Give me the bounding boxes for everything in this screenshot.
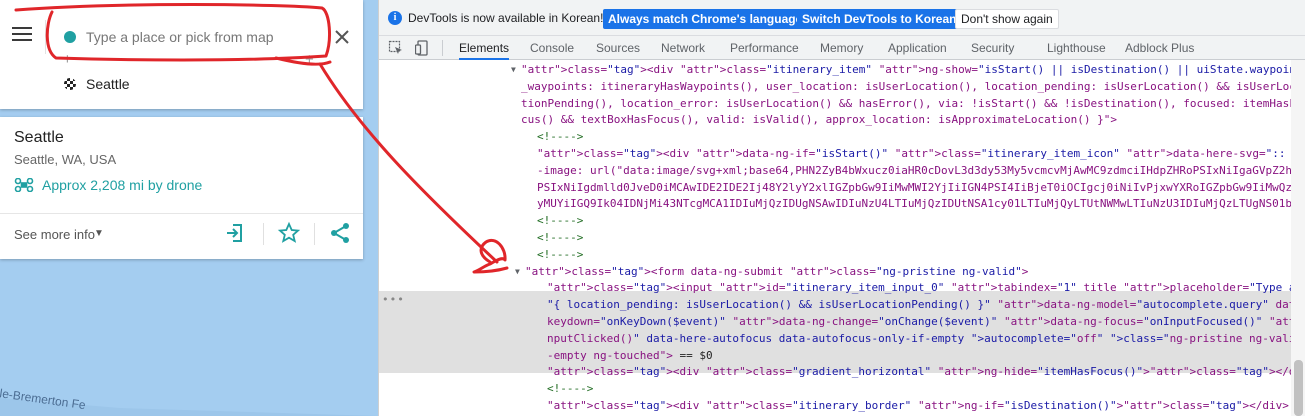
tab-lighthouse[interactable]: Lighthouse [1047,36,1106,60]
dom-node-line[interactable]: "attr">class="tag"><input "attr">id="iti… [547,280,1291,296]
close-icon[interactable] [333,28,351,46]
start-point-icon [64,31,76,43]
tab-memory[interactable]: Memory [820,36,863,60]
divider [45,20,46,54]
infobar-message: DevTools is now available in Korean! [408,11,604,25]
place-address: Seattle, WA, USA [14,152,117,167]
share-icon[interactable] [328,221,352,245]
dom-node-line[interactable]: <!----> [547,381,593,397]
map-panel[interactable]: tle-Bremerton Fe + + Seattle Seattle Sea… [0,0,378,416]
dom-node-line[interactable]: ▼ "attr">class="tag"><form data-ng-submit… [515,264,1028,280]
dom-node-line[interactable]: <!----> [537,213,583,229]
info-icon: i [388,11,402,25]
search-input[interactable] [86,26,326,48]
dom-node-line[interactable]: "attr">class="tag"><div "attr">data-ng-i… [537,146,1291,162]
device-toolbar-icon[interactable] [415,40,429,56]
dom-node-line[interactable]: -image: url("data:image/svg+xml;base64,P… [537,163,1291,179]
drone-distance: Approx 2,208 mi by drone [42,177,203,193]
scroll-thumb[interactable] [1294,360,1303,416]
dom-node-line[interactable]: <!----> [537,247,583,263]
devtools-tabbar: Elements Console Sources Network Perform… [379,36,1305,60]
match-language-button[interactable]: Always match Chrome's language [603,9,808,29]
dom-node-line[interactable]: ▼ "attr">class="tag"><div "attr">class="i… [511,62,1291,78]
language-infobar: i DevTools is now available in Korean! A… [379,0,1305,36]
dom-node-line[interactable]: <!----> [537,230,583,246]
see-more-link[interactable]: See more info [14,227,95,242]
inspect-element-icon[interactable] [388,40,404,56]
dom-tree[interactable]: ••• ▼ "attr">class="tag"><div "attr">clas… [379,60,1291,416]
route-card: + + Seattle [0,0,363,109]
tab-security[interactable]: Security [971,36,1014,60]
add-waypoint-icon[interactable]: + [305,52,314,67]
scrollbar[interactable] [1291,60,1305,416]
divider [314,223,315,245]
add-waypoint-icon[interactable]: + [63,52,72,67]
dom-node-line[interactable]: _waypoints: itineraryHasWaypoints(), use… [521,79,1291,95]
dom-node-line[interactable]: tionPending(), location_error: isUserLoc… [521,96,1291,112]
node-actions-icon[interactable]: ••• [382,293,405,306]
dom-node-line[interactable]: <!----> [537,129,583,145]
tab-console[interactable]: Console [530,36,574,60]
route-to-icon[interactable] [223,221,247,245]
dom-node-line[interactable]: cus() && textBoxHasFocus(), valid: isVal… [521,112,1117,128]
dom-node-line[interactable]: keydown="onKeyDown($event)" "attr">data-… [547,314,1291,330]
hamburger-menu-icon[interactable] [12,27,32,45]
destination-label[interactable]: Seattle [86,76,130,92]
divider [442,40,443,56]
divider [263,223,264,245]
divider [0,213,363,214]
switch-korean-button[interactable]: Switch DevTools to Korean [797,9,962,29]
dom-node-line[interactable]: "attr">class="tag"><div "attr">class="it… [547,398,1289,414]
devtools-panel: i DevTools is now available in Korean! A… [378,0,1305,416]
tab-network[interactable]: Network [661,36,705,60]
place-title: Seattle [14,129,64,146]
dom-node-line[interactable]: PSIxNiIgdmlld0JveD0iMCAwIDE2IDE2Ij48Y2ly… [537,180,1291,196]
drone-icon [14,178,34,192]
dom-node-line[interactable]: "attr">class="tag"><div "attr">class="gr… [547,364,1291,380]
chevron-down-icon[interactable]: ▼ [94,228,104,239]
destination-flag-icon [64,78,76,90]
tab-adblock-plus[interactable]: Adblock Plus [1125,36,1194,60]
star-icon[interactable] [277,221,301,245]
place-info-card: Seattle Seattle, WA, USA Approx 2,208 mi… [0,117,363,259]
tab-application[interactable]: Application [888,36,947,60]
tab-sources[interactable]: Sources [596,36,640,60]
dom-node-line[interactable]: nputClicked()" data-here-autofocus data-… [547,331,1291,347]
dom-node-line[interactable]: yMUYiIGQ9Ik04IDNjMi43NTcgMCA1IDIuMjQzIDU… [537,196,1291,212]
tab-performance[interactable]: Performance [730,36,799,60]
dom-node-line[interactable]: "{ location_pending: isUserLocation() &&… [547,297,1291,313]
dismiss-button[interactable]: Don't show again [955,9,1059,29]
tab-elements[interactable]: Elements [459,36,510,60]
dom-node-line[interactable]: -empty ng-touched"> == $0 [547,348,713,364]
